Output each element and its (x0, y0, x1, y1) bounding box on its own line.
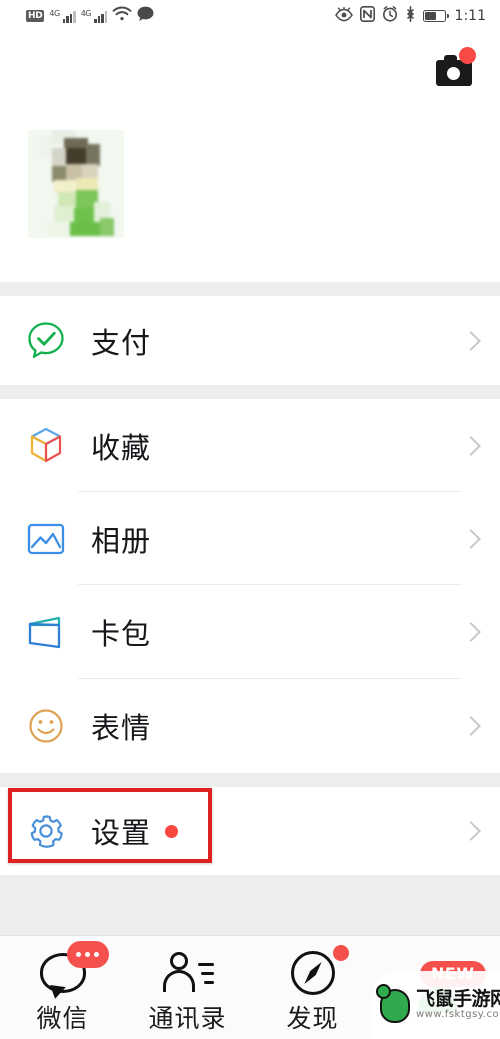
menu-group-pay: 支付 (0, 296, 500, 385)
section-gap-1 (0, 282, 500, 296)
signal-bars-second-icon (94, 10, 107, 23)
chevron-right-icon (461, 435, 481, 456)
contacts-body (162, 969, 195, 992)
signal-4g-second-icon: 4G (80, 8, 107, 23)
watermark-text: 飞鼠手游网 www.fsktgsy.com (416, 989, 500, 1021)
menu-item-album[interactable]: 相册 (0, 492, 500, 585)
hd-icon: HD (26, 10, 45, 22)
chevron-right-icon (461, 716, 481, 736)
section-gap-2 (0, 385, 500, 399)
profile-wechat-id (142, 198, 472, 230)
contacts-icon-shape (162, 951, 214, 995)
contacts-line-2 (200, 971, 214, 975)
status-bar-left: HD 4G 4G (26, 6, 154, 26)
menu-item-cards-label: 卡包 (91, 617, 152, 651)
chevron-right-icon (461, 622, 481, 642)
bluetooth-icon (405, 6, 416, 26)
section-gap-bottom (0, 875, 500, 935)
status-bar: HD 4G 4G 1:11 (0, 0, 500, 32)
site-watermark: 飞鼠手游网 www.fsktgsy.com (372, 971, 500, 1039)
camera-lens (447, 67, 460, 80)
menu-item-settings[interactable]: 设置 (0, 787, 500, 875)
signal-4g-icon: 4G (49, 8, 76, 23)
message-bubble-icon (137, 6, 154, 26)
contacts-head (169, 951, 188, 970)
mouse-logo-ear (376, 984, 391, 999)
profile-header (0, 32, 500, 282)
battery-icon (422, 10, 449, 22)
contacts-icon (156, 947, 220, 999)
favorites-cube-icon (23, 423, 69, 469)
profile-row[interactable] (0, 122, 500, 252)
chevron-right-icon (461, 330, 481, 351)
settings-badge-dot (165, 824, 179, 838)
tab-discover[interactable]: 发现 (250, 936, 375, 1039)
menu-item-stickers[interactable]: 表情 (0, 679, 500, 773)
contacts-line-1 (197, 962, 214, 966)
status-bar-right: 1:11 (334, 5, 486, 26)
compass-needle (301, 959, 324, 985)
chat-bubble-icon (31, 940, 109, 999)
nfc-icon (359, 6, 375, 26)
tab-contacts-label: 通讯录 (148, 1003, 227, 1033)
chevron-right-icon (461, 821, 481, 841)
wechat-badge-dots (66, 940, 109, 968)
menu-item-favorites[interactable]: 收藏 (0, 399, 500, 492)
camera-button[interactable] (430, 47, 478, 97)
menu-group-features: 收藏 相册 卡包 表情 (0, 399, 500, 773)
mouse-logo-icon (376, 984, 414, 1025)
tab-discover-label: 发现 (286, 1003, 339, 1033)
camera-badge-dot (459, 47, 476, 64)
alarm-clock-icon (382, 6, 398, 26)
compass-icon (281, 944, 349, 999)
menu-item-album-label: 相册 (91, 523, 152, 558)
sticker-smiley-icon (23, 703, 69, 749)
signal-bars-icon (62, 10, 76, 23)
menu-item-pay-label: 支付 (91, 325, 152, 360)
wechat-me-screen: HD 4G 4G 1:11 支付 收藏 相册 卡包 表情 设置 微信 通讯录 发… (0, 0, 500, 1039)
tab-wechat-label: 微信 (36, 1003, 89, 1033)
menu-group-settings: 设置 (0, 787, 500, 875)
signal-4g-label: 4G (49, 8, 60, 18)
tab-wechat[interactable]: 微信 (0, 936, 125, 1039)
bottom-tab-bar: 微信 通讯录 发现 飞鼠手游网 www.fsktgsy.com (0, 935, 500, 1039)
pay-icon (23, 318, 69, 364)
profile-nickname (142, 140, 462, 180)
compass-icon-shape (290, 950, 335, 995)
contacts-line-3 (203, 980, 214, 984)
watermark-site-name: 飞鼠手游网 (416, 988, 500, 1010)
status-bar-clock: 1:11 (454, 8, 486, 24)
menu-item-pay[interactable]: 支付 (0, 296, 500, 385)
chevron-right-icon (461, 528, 481, 549)
card-wallet-icon (23, 609, 69, 655)
watermark-site-url: www.fsktgsy.com (416, 1009, 500, 1020)
tab-contacts[interactable]: 通讯录 (125, 936, 250, 1039)
signal-4g-second-label: 4G (80, 8, 92, 18)
profile-name-block (142, 140, 472, 230)
menu-item-favorites-label: 收藏 (91, 430, 152, 465)
discover-badge-dot (332, 944, 349, 961)
menu-item-settings-label: 设置 (91, 816, 152, 850)
avatar[interactable] (28, 130, 124, 238)
album-photo-icon (23, 516, 69, 562)
menu-item-stickers-label: 表情 (91, 711, 152, 745)
gear-icon (23, 808, 69, 854)
section-gap-3 (0, 773, 500, 787)
menu-item-cards[interactable]: 卡包 (0, 585, 500, 679)
eye-care-icon (334, 5, 353, 26)
wifi-icon (112, 6, 132, 26)
